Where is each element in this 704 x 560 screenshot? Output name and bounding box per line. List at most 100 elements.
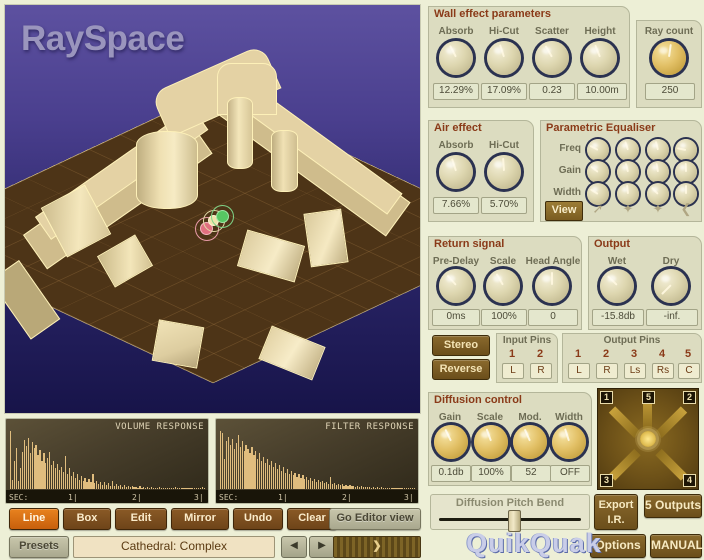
air-absorb-label: Absorb xyxy=(433,140,479,151)
room-3d-view[interactable]: RaySpace xyxy=(4,4,421,414)
output-title: Output xyxy=(594,238,630,250)
diffusion-gain-label: Gain xyxy=(431,412,469,423)
export-ir-button[interactable]: Export I.R. xyxy=(594,494,638,530)
filter-axis-tick-1: 1| xyxy=(278,493,288,502)
eq-freq-knob-1[interactable] xyxy=(587,139,609,161)
return-predelay-knob[interactable] xyxy=(439,269,473,303)
stereo-button[interactable]: Stereo xyxy=(432,335,490,356)
eq-gain-knob-2[interactable] xyxy=(617,161,639,183)
room-block-center xyxy=(152,319,205,368)
eq-view-button[interactable]: View xyxy=(545,201,583,221)
air-effect-title: Air effect xyxy=(434,122,482,134)
reverse-button[interactable]: Reverse xyxy=(432,359,490,380)
diffusion-scale-label: Scale xyxy=(471,412,509,423)
preset-name-field[interactable]: Cathedral: Complex xyxy=(73,536,275,558)
diffusion-mod-knob[interactable] xyxy=(513,425,547,459)
filter-response-graph[interactable]: FILTER RESPONSE SEC: 1| 2| 3| xyxy=(215,418,419,504)
presets-button[interactable]: Presets xyxy=(9,536,69,558)
air-hicut-value: 5.70% xyxy=(481,197,527,214)
diffusion-width-knob[interactable] xyxy=(552,425,586,459)
eq-freq-knob-4[interactable] xyxy=(675,139,697,161)
return-headangle-knob[interactable] xyxy=(535,269,569,303)
diffusion-gain-value: 0.1db xyxy=(431,465,471,482)
diffusion-title: Diffusion control xyxy=(434,394,522,406)
filter-axis-tick-2: 2| xyxy=(342,493,352,502)
output-pin-cell-2[interactable]: R xyxy=(596,363,618,379)
output-pin-cell-4[interactable]: Rs xyxy=(652,363,674,379)
ray-count-value: 250 xyxy=(645,83,695,100)
volume-axis-tick-1: 1| xyxy=(68,493,78,502)
speaker-layout-map[interactable]: 1 2 3 4 5 xyxy=(597,388,699,490)
return-scale-knob[interactable] xyxy=(486,269,520,303)
bottom-toolbar: Line Box Edit Mirror Undo Clear Go Edito… xyxy=(5,508,419,556)
diffusion-scale-value: 100% xyxy=(471,465,511,482)
speaker-beam-2 xyxy=(655,406,687,438)
wall-scatter-value: 0.23 xyxy=(529,83,575,100)
filter-axis-unit: SEC: xyxy=(219,493,238,502)
tool-button-line[interactable]: Line xyxy=(9,508,59,530)
lowshelf-icon[interactable]: ➚ xyxy=(587,201,609,217)
outputs-count-button[interactable]: 5 Outputs xyxy=(644,494,702,518)
eq-gain-knob-3[interactable] xyxy=(647,161,669,183)
output-pin-number-2: 2 xyxy=(593,348,619,360)
manual-button[interactable]: MANUAL xyxy=(650,534,702,558)
eq-freq-knob-2[interactable] xyxy=(617,139,639,161)
tool-button-undo[interactable]: Undo xyxy=(233,508,283,530)
graph-bar xyxy=(204,488,205,489)
ray-count-knob[interactable] xyxy=(652,41,686,75)
diffusion-scale-knob[interactable] xyxy=(474,425,508,459)
output-wet-knob[interactable] xyxy=(600,269,634,303)
preset-next-button[interactable]: ▶ xyxy=(309,536,335,558)
wall-effect-title: Wall effect parameters xyxy=(434,8,551,20)
wall-scatter-knob[interactable] xyxy=(535,41,569,75)
input-pin-cell-2[interactable]: R xyxy=(530,363,552,379)
return-predelay-label: Pre-Delay xyxy=(431,256,481,267)
output-dry-value: -inf. xyxy=(646,309,698,326)
preset-scroll-widget[interactable]: ❯ xyxy=(333,536,421,558)
volume-axis-tick-3: 3| xyxy=(194,493,204,502)
output-dry-label: Dry xyxy=(645,256,697,267)
speaker-center-node[interactable] xyxy=(640,431,656,447)
tool-button-edit[interactable]: Edit xyxy=(115,508,167,530)
go-editor-view-button[interactable]: Go Editor view xyxy=(329,508,421,530)
speaker-beam-1 xyxy=(609,406,641,438)
tool-button-mirror[interactable]: Mirror xyxy=(171,508,229,530)
tool-button-box[interactable]: Box xyxy=(63,508,111,530)
speaker-number-4: 4 xyxy=(683,474,696,487)
speaker-number-1: 1 xyxy=(600,391,613,404)
wall-absorb-knob[interactable] xyxy=(439,41,473,75)
air-absorb-knob[interactable] xyxy=(439,155,473,189)
wall-height-knob[interactable] xyxy=(583,41,617,75)
output-panel: Output Wet Dry -15.8db -inf. xyxy=(588,236,702,330)
return-predelay-value: 0ms xyxy=(432,309,480,326)
eq-freq-knob-3[interactable] xyxy=(647,139,669,161)
eq-gain-knob-4[interactable] xyxy=(675,161,697,183)
output-pin-cell-3[interactable]: Ls xyxy=(624,363,646,379)
bell-icon-2[interactable]: ✦ xyxy=(647,201,669,217)
input-pin-number-1: 1 xyxy=(499,348,525,360)
highshelf-icon[interactable]: ❮ xyxy=(675,201,697,217)
input-pins-title: Input Pins xyxy=(497,335,557,346)
page-title: RaySpace xyxy=(21,19,184,59)
output-pin-cell-1[interactable]: L xyxy=(568,363,590,379)
speaker-number-3: 3 xyxy=(600,474,613,487)
air-hicut-knob[interactable] xyxy=(487,155,521,189)
output-pin-cell-5[interactable]: C xyxy=(678,363,700,379)
room-pillar-2 xyxy=(227,97,253,169)
return-headangle-value: 0 xyxy=(528,309,578,326)
wall-hicut-knob[interactable] xyxy=(487,41,521,75)
export-ir-line1: Export xyxy=(595,498,637,513)
output-pin-number-3: 3 xyxy=(621,348,647,360)
volume-response-graph[interactable]: VOLUME RESPONSE SEC: 1| 2| 3| xyxy=(5,418,209,504)
wall-effect-panel: Wall effect parameters Absorb Hi-Cut Sca… xyxy=(428,6,630,108)
diffusion-gain-knob[interactable] xyxy=(434,425,468,459)
parametric-eq-panel: Parametric Equaliser Freq Gain Width Vie… xyxy=(540,120,702,222)
bell-icon-1[interactable]: ✦ xyxy=(617,201,639,217)
input-pin-cell-1[interactable]: L xyxy=(502,363,524,379)
output-pin-number-4: 4 xyxy=(649,348,675,360)
eq-gain-knob-1[interactable] xyxy=(587,161,609,183)
output-dry-knob[interactable] xyxy=(654,269,688,303)
response-graphs: VOLUME RESPONSE SEC: 1| 2| 3| FILTER RES… xyxy=(5,418,419,502)
wall-hicut-label: Hi-Cut xyxy=(481,26,527,37)
preset-prev-button[interactable]: ◀ xyxy=(281,536,307,558)
